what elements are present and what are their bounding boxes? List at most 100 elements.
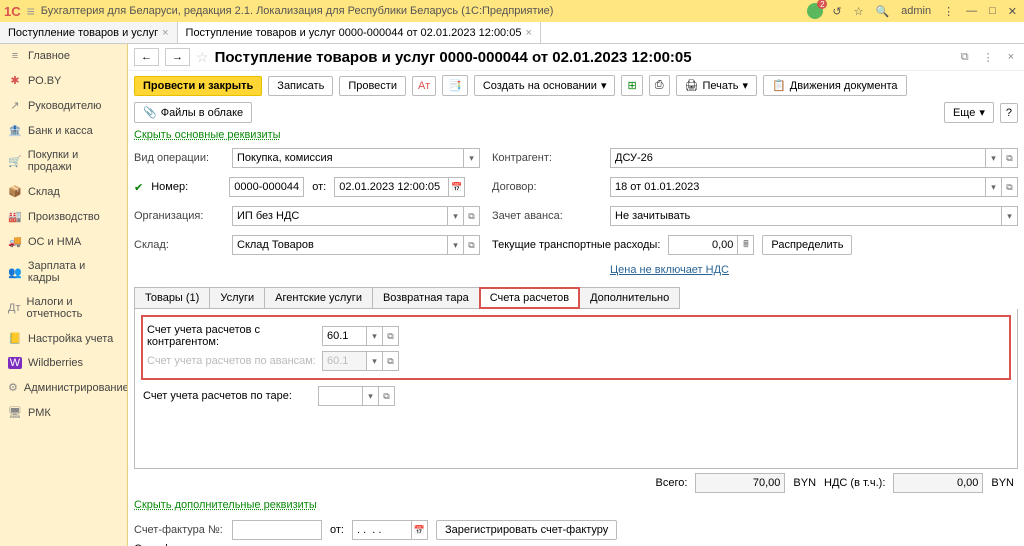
- open-icon[interactable]: ⧉: [464, 235, 480, 255]
- open-icon[interactable]: ⧉: [383, 326, 399, 346]
- cloud-files-button[interactable]: 📎 Файлы в облаке: [134, 102, 252, 123]
- sidebar-item-warehouse[interactable]: 📦Склад: [0, 179, 127, 204]
- contract-field[interactable]: [610, 177, 986, 197]
- sidebar-item-tax[interactable]: ДтНалоги и отчетность: [0, 290, 127, 326]
- write-button[interactable]: Записать: [268, 76, 333, 96]
- star-icon[interactable]: ☆: [196, 49, 209, 66]
- post-button[interactable]: Провести: [339, 76, 406, 96]
- org-field[interactable]: [232, 206, 448, 226]
- contractor-field[interactable]: [610, 148, 986, 168]
- post-and-close-button[interactable]: Провести и закрыть: [134, 76, 262, 96]
- sidebar-item-admin[interactable]: ⚙Администрирование: [0, 375, 127, 400]
- forward-button[interactable]: →: [165, 48, 190, 66]
- calc-icon[interactable]: 🖩: [738, 235, 754, 255]
- sidebar-item-wb[interactable]: WWildberries: [0, 351, 127, 375]
- acc-contr-field[interactable]: [322, 326, 367, 346]
- dropdown-icon[interactable]: ▾: [367, 326, 383, 346]
- date-field[interactable]: [334, 177, 449, 197]
- maximize-icon[interactable]: □: [986, 5, 999, 17]
- hide-extra-link[interactable]: Скрыть дополнительные реквизиты: [128, 497, 1024, 513]
- open-icon[interactable]: ⧉: [464, 206, 480, 226]
- close-page-icon[interactable]: ×: [1004, 51, 1018, 63]
- transport-label: Текущие транспортные расходы:: [492, 239, 660, 251]
- tab-goods[interactable]: Товары (1): [134, 287, 210, 309]
- create-based-button[interactable]: Создать на основании ▾: [474, 75, 616, 96]
- bank-icon: 🏦: [8, 124, 22, 137]
- tab-tare[interactable]: Возвратная тара: [372, 287, 480, 309]
- open-icon[interactable]: ⧉: [379, 386, 395, 406]
- open-icon[interactable]: ⧉: [1002, 148, 1018, 168]
- hide-main-link[interactable]: Скрыть основные реквизиты: [128, 127, 1024, 143]
- dt-kt-button[interactable]: Ат: [412, 76, 436, 96]
- sf-from-label: от:: [330, 524, 344, 536]
- open-icon[interactable]: ⧉: [1002, 177, 1018, 197]
- sidebar-item-bank[interactable]: 🏦Банк и касса: [0, 118, 127, 143]
- link-icon[interactable]: ⧉: [957, 51, 973, 64]
- sf-date-field[interactable]: [352, 520, 412, 540]
- warehouse-field[interactable]: [232, 235, 448, 255]
- dropdown-icon[interactable]: ▾: [986, 148, 1002, 168]
- structure-button[interactable]: 📑: [442, 75, 468, 96]
- contr-label: Контрагент:: [492, 152, 602, 164]
- user-label[interactable]: admin: [898, 5, 934, 17]
- wb-icon: W: [8, 357, 22, 369]
- close-icon[interactable]: ×: [525, 27, 531, 39]
- sidebar-item-settings[interactable]: 📒Настройка учета: [0, 326, 127, 351]
- notifications-icon[interactable]: [807, 3, 823, 19]
- sidebar-item-rmk[interactable]: 🖥РМК: [0, 400, 127, 425]
- tab-accounts[interactable]: Счета расчетов: [479, 287, 580, 309]
- sidebar-item-production[interactable]: 🏭Производство: [0, 204, 127, 229]
- sidebar-item-roby[interactable]: ✱РО.BY: [0, 68, 127, 93]
- back-button[interactable]: ←: [134, 48, 159, 66]
- close-icon[interactable]: ×: [162, 27, 168, 39]
- excel-button[interactable]: ⊞: [621, 75, 642, 96]
- tab-agent[interactable]: Агентские услуги: [264, 287, 373, 309]
- favorites-icon[interactable]: ☆: [851, 5, 867, 18]
- movements-button[interactable]: 📋 Движения документа: [763, 75, 907, 96]
- history-icon[interactable]: ↺: [829, 5, 844, 18]
- doc-tab-current[interactable]: Поступление товаров и услуг 0000-000044 …: [178, 22, 541, 43]
- help-button[interactable]: ?: [1000, 103, 1018, 123]
- op-type-label: Вид операции:: [134, 152, 224, 164]
- dropdown-icon[interactable]: ▾: [448, 235, 464, 255]
- op-type-field[interactable]: [232, 148, 464, 168]
- calendar-icon[interactable]: 📅: [449, 177, 465, 197]
- dropdown-icon[interactable]: ▾: [448, 206, 464, 226]
- scan-button[interactable]: ⎙: [649, 75, 670, 96]
- sf-num-field[interactable]: [232, 520, 322, 540]
- sidebar-item-manager[interactable]: ↗Руководителю: [0, 93, 127, 118]
- truck-icon: 🚚: [8, 235, 22, 248]
- search-icon[interactable]: 🔍: [872, 5, 892, 18]
- more-button[interactable]: Еще ▾: [944, 102, 994, 123]
- close-window-icon[interactable]: ✕: [1005, 5, 1020, 18]
- distribute-button[interactable]: Распределить: [762, 235, 852, 255]
- gear-icon: ⚙: [8, 381, 18, 394]
- dropdown-icon[interactable]: ▾: [986, 177, 1002, 197]
- doc-tab-list[interactable]: Поступление товаров и услуг ×: [0, 22, 178, 43]
- sidebar-item-main[interactable]: ≡Главное: [0, 44, 127, 68]
- sidebar-item-sales[interactable]: 🛒Покупки и продажи: [0, 143, 127, 179]
- settings-icon[interactable]: ⋮: [940, 5, 957, 18]
- dropdown-icon[interactable]: ▾: [1002, 206, 1018, 226]
- print-button[interactable]: 🖨 Печать ▾: [676, 75, 758, 96]
- open-icon[interactable]: ⧉: [383, 351, 399, 371]
- sidebar-item-assets[interactable]: 🚚ОС и НМА: [0, 229, 127, 254]
- transport-field[interactable]: [668, 235, 738, 255]
- dropdown-icon[interactable]: ▾: [464, 148, 480, 168]
- register-sf-button[interactable]: Зарегистрировать счет-фактуру: [436, 520, 617, 540]
- advance-label: Зачет аванса:: [492, 210, 602, 222]
- advance-field[interactable]: [610, 206, 1002, 226]
- menu-icon[interactable]: ≡: [27, 3, 35, 19]
- acc-tare-field[interactable]: [318, 386, 363, 406]
- tab-services[interactable]: Услуги: [209, 287, 265, 309]
- dropdown-icon[interactable]: ▾: [363, 386, 379, 406]
- tab-extra[interactable]: Дополнительно: [579, 287, 680, 309]
- sidebar-item-salary[interactable]: 👥Зарплата и кадры: [0, 254, 127, 290]
- sidebar-item-label: Зарплата и кадры: [28, 260, 119, 284]
- more-icon[interactable]: ⋮: [979, 51, 998, 64]
- number-field[interactable]: [229, 177, 304, 197]
- calendar-icon[interactable]: 📅: [412, 520, 428, 540]
- vat-value: [893, 473, 983, 493]
- price-no-vat-link[interactable]: Цена не включает НДС: [610, 264, 729, 276]
- minimize-icon[interactable]: —: [963, 5, 980, 17]
